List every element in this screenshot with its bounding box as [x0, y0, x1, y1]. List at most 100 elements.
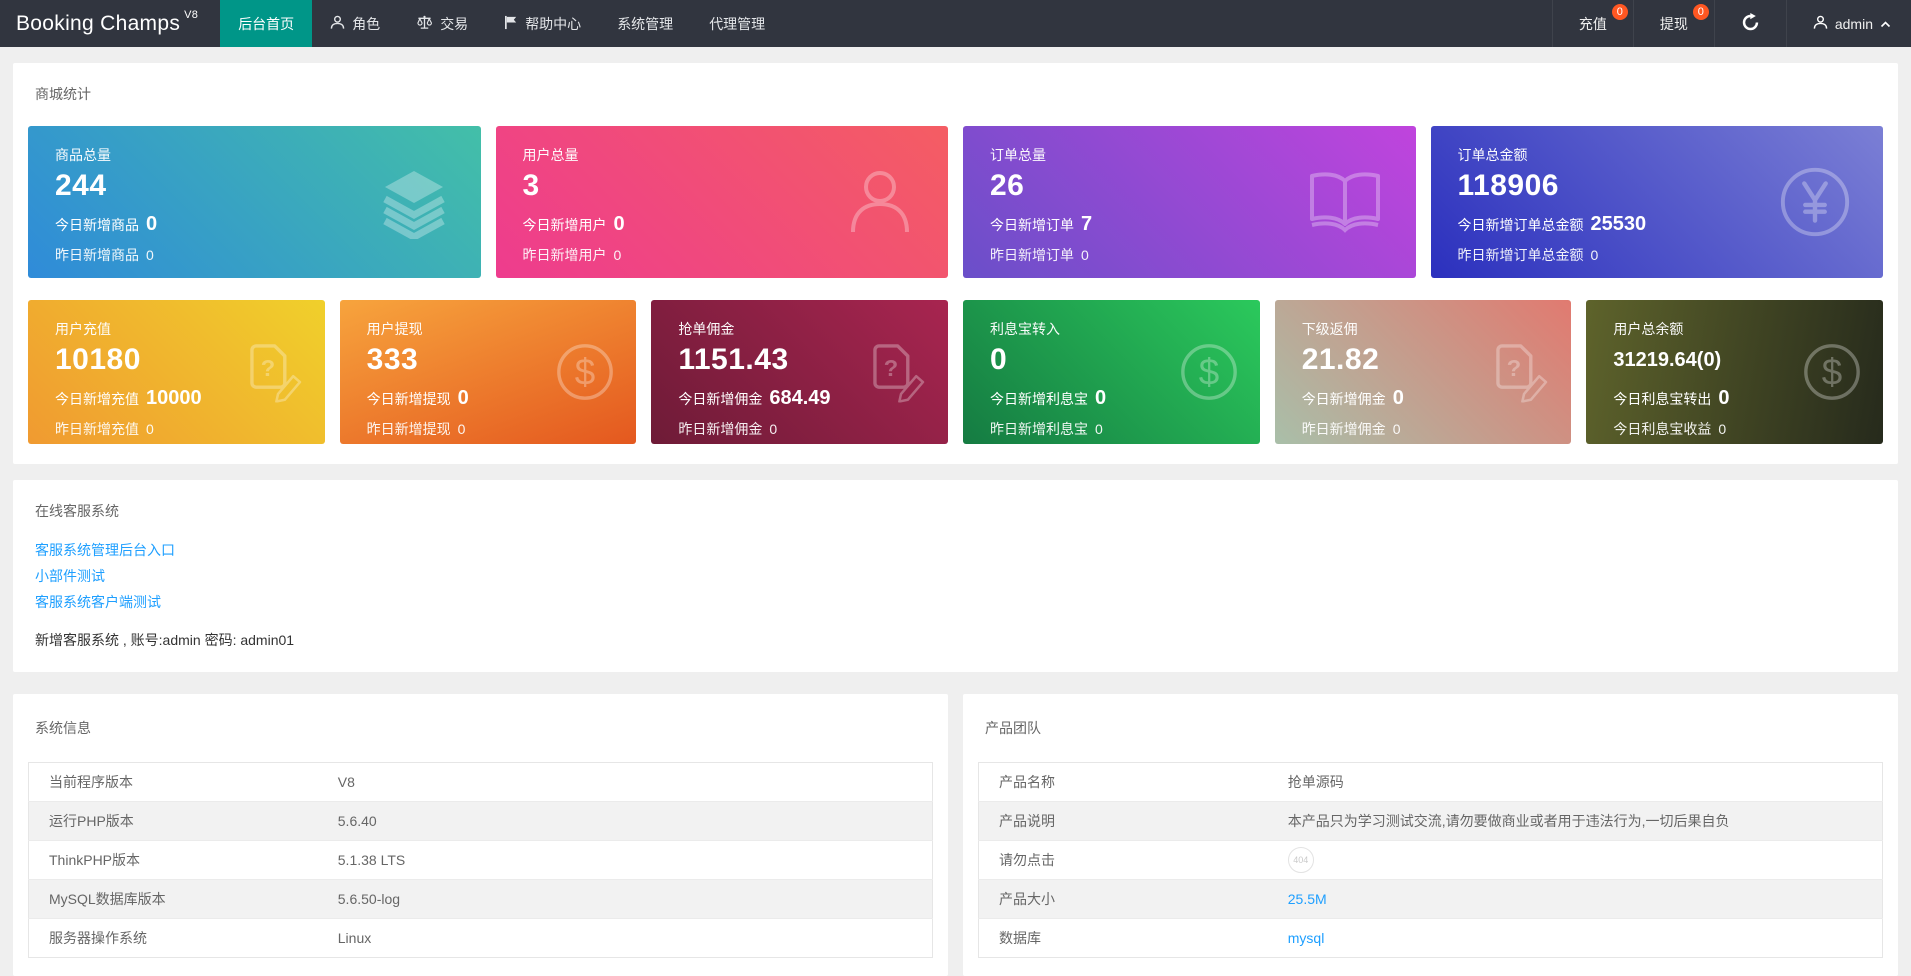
stat-yesterday: 昨日新增用户 0 — [522, 247, 622, 263]
table-row: MySQL数据库版本 5.6.50-log — [28, 879, 933, 919]
app-logo-text: Booking Champs — [16, 11, 181, 35]
service-client-test-link[interactable]: 客服系统客户端测试 — [35, 589, 1883, 615]
recharge-button[interactable]: 充值 0 — [1551, 0, 1633, 47]
nav-item-transactions[interactable]: 交易 — [398, 0, 486, 47]
table-row: 数据库 mysql — [978, 918, 1883, 958]
recharge-badge: 0 — [1611, 4, 1628, 20]
stats-row-1: 商品总量 244 今日新增商品 0 昨日新增商品 0 用户总量 3 今日新增用户 0 … — [28, 126, 1883, 278]
nav-item-agent-management[interactable]: 代理管理 — [691, 0, 783, 47]
system-info-panel: 系统信息 当前程序版本 V8 运行PHP版本 5.6.40 ThinkPHP版本… — [13, 694, 948, 976]
svg-text:?: ? — [260, 355, 274, 381]
nav-label: 后台首页 — [238, 15, 295, 32]
service-admin-entry-link[interactable]: 客服系统管理后台入口 — [35, 537, 1883, 563]
row-value: 5.6.40 — [317, 801, 933, 841]
nav-label: 角色 — [352, 15, 381, 32]
stat-yesterday: 昨日新增商品 0 — [55, 247, 154, 263]
stat-yesterday: 昨日新增利息宝 0 — [990, 421, 1103, 437]
main-menu: 后台首页 角色 交易 帮助中心 系统管理 代理管理 — [220, 0, 783, 47]
stat-card-users-total: 用户总量 3 今日新增用户 0 昨日新增用户 0 — [495, 126, 948, 278]
row-label: ThinkPHP版本 — [28, 840, 318, 880]
row-value: Linux — [317, 918, 933, 958]
stat-title: 订单总量 — [990, 147, 1046, 163]
main-content: 商城统计 商品总量 244 今日新增商品 0 昨日新增商品 0 用户总量 3 今日新… — [0, 63, 1911, 976]
product-size-link[interactable]: 25.5M — [1288, 891, 1327, 907]
nav-item-roles[interactable]: 角色 — [312, 0, 398, 47]
row-label: MySQL数据库版本 — [28, 879, 318, 919]
table-row: 产品大小 25.5M — [978, 879, 1883, 919]
panel-title: 商城统计 — [35, 86, 91, 102]
username: admin — [1834, 15, 1873, 32]
person-icon — [842, 164, 918, 240]
row-label: 产品大小 — [978, 879, 1268, 919]
row-label: 产品说明 — [978, 801, 1268, 841]
stat-title: 订单总金额 — [1457, 147, 1528, 163]
row-value: 25.5M — [1267, 879, 1883, 919]
mall-stats-panel: 商城统计 商品总量 244 今日新增商品 0 昨日新增商品 0 用户总量 3 今日新… — [13, 63, 1898, 464]
broken-image-404-icon: 404 — [1287, 847, 1314, 873]
question-doc-icon: ? — [864, 342, 928, 403]
recharge-label: 充值 — [1578, 15, 1607, 32]
refresh-icon — [1741, 12, 1760, 35]
stat-yesterday: 昨日新增佣金 0 — [1301, 421, 1401, 437]
svg-text:?: ? — [1507, 355, 1521, 381]
refresh-button[interactable] — [1713, 0, 1786, 47]
stat-title: 商品总量 — [55, 147, 111, 163]
row-label: 数据库 — [978, 918, 1268, 958]
app-logo[interactable]: Booking Champs V8 — [0, 0, 220, 47]
product-team-table: 产品名称 抢单源码 产品说明 本产品只为学习测试交流,请勿要做商业或者用于违法行… — [978, 762, 1883, 958]
panel-title: 系统信息 — [35, 720, 91, 736]
row-value: mysql — [1267, 918, 1883, 958]
stat-yesterday: 昨日新增提现 0 — [366, 421, 466, 437]
dollar-coin-icon: $ — [1801, 341, 1863, 403]
user-icon — [1813, 15, 1828, 33]
stat-card-user-recharge: 用户充值 10180 今日新增充值 10000 昨日新增充值 0 ? — [28, 300, 325, 444]
table-row: 产品名称 抢单源码 — [979, 763, 1883, 802]
row-label: 当前程序版本 — [49, 774, 133, 790]
online-service-panel: 在线客服系统 客服系统管理后台入口 小部件测试 客服系统客户端测试 新增客服系统… — [13, 480, 1898, 672]
widget-test-link[interactable]: 小部件测试 — [35, 563, 1883, 589]
stat-yesterday: 昨日新增充值 0 — [55, 421, 154, 437]
svg-text:$: $ — [575, 352, 595, 393]
user-icon — [330, 15, 345, 33]
question-doc-icon: ? — [1487, 342, 1551, 403]
stat-title: 利息宝转入 — [990, 321, 1061, 337]
stat-card-orders-amount: 订单总金额 118906 今日新增订单总金额 25530 昨日新增订单总金额 0 — [1430, 126, 1883, 278]
stat-yesterday: 昨日新增订单总金额 0 — [1457, 247, 1599, 263]
withdraw-label: 提现 — [1659, 15, 1688, 32]
withdraw-button[interactable]: 提现 0 — [1632, 0, 1714, 47]
stat-card-order-commission: 抢单佣金 1151.43 今日新增佣金 684.49 昨日新增佣金 0 ? — [651, 300, 949, 444]
system-info-table: 当前程序版本 V8 运行PHP版本 5.6.40 ThinkPHP版本 5.1.… — [28, 762, 933, 958]
stats-row-2: 用户充值 10180 今日新增充值 10000 昨日新增充值 0 ? 用户提现 33… — [28, 300, 1884, 444]
withdraw-badge: 0 — [1692, 4, 1709, 20]
nav-item-help-center[interactable]: 帮助中心 — [486, 0, 599, 47]
nav-label: 代理管理 — [709, 15, 766, 32]
svg-text:$: $ — [1822, 352, 1842, 393]
row-label: 运行PHP版本 — [28, 801, 318, 841]
table-row: 运行PHP版本 5.6.40 — [28, 801, 933, 841]
stat-card-sub-rebate: 下级返佣 21.82 今日新增佣金 0 昨日新增佣金 0 ? — [1274, 300, 1572, 444]
user-menu[interactable]: admin — [1785, 0, 1911, 47]
flag-icon — [504, 15, 518, 33]
stat-card-user-withdraw: 用户提现 333 今日新增提现 0 昨日新增提现 0 $ — [339, 300, 637, 444]
navbar-right: 充值 0 提现 0 admin — [1551, 0, 1911, 47]
nav-item-system-management[interactable]: 系统管理 — [599, 0, 691, 47]
question-doc-icon: ? — [241, 342, 305, 403]
top-navbar: Booking Champs V8 后台首页 角色 交易 帮助中心 系统管理 代… — [0, 0, 1911, 47]
nav-label: 系统管理 — [617, 15, 674, 32]
stat-title: 用户充值 — [55, 321, 111, 337]
stat-card-user-balance: 用户总余额 31219.64(0) 今日利息宝转出 0 今日利息宝收益 0 $ — [1586, 300, 1884, 444]
layers-icon — [377, 165, 451, 241]
row-label: 产品名称 — [999, 774, 1055, 790]
panel-title: 产品团队 — [985, 720, 1041, 736]
yen-coin-icon — [1777, 164, 1853, 240]
row-value: 404 — [1267, 840, 1883, 880]
row-label: 请勿点击 — [978, 840, 1268, 880]
stat-title: 下级返佣 — [1301, 321, 1358, 337]
dollar-coin-icon: $ — [1178, 341, 1240, 403]
row-value: V8 — [337, 774, 355, 790]
table-row: 产品说明 本产品只为学习测试交流,请勿要做商业或者用于违法行为,一切后果自负 — [978, 801, 1883, 841]
service-credentials-note: 新增客服系统 , 账号:admin 密码: admin01 — [35, 632, 295, 648]
database-link[interactable]: mysql — [1288, 930, 1325, 946]
row-label: 服务器操作系统 — [28, 918, 318, 958]
nav-item-dashboard[interactable]: 后台首页 — [220, 0, 313, 47]
